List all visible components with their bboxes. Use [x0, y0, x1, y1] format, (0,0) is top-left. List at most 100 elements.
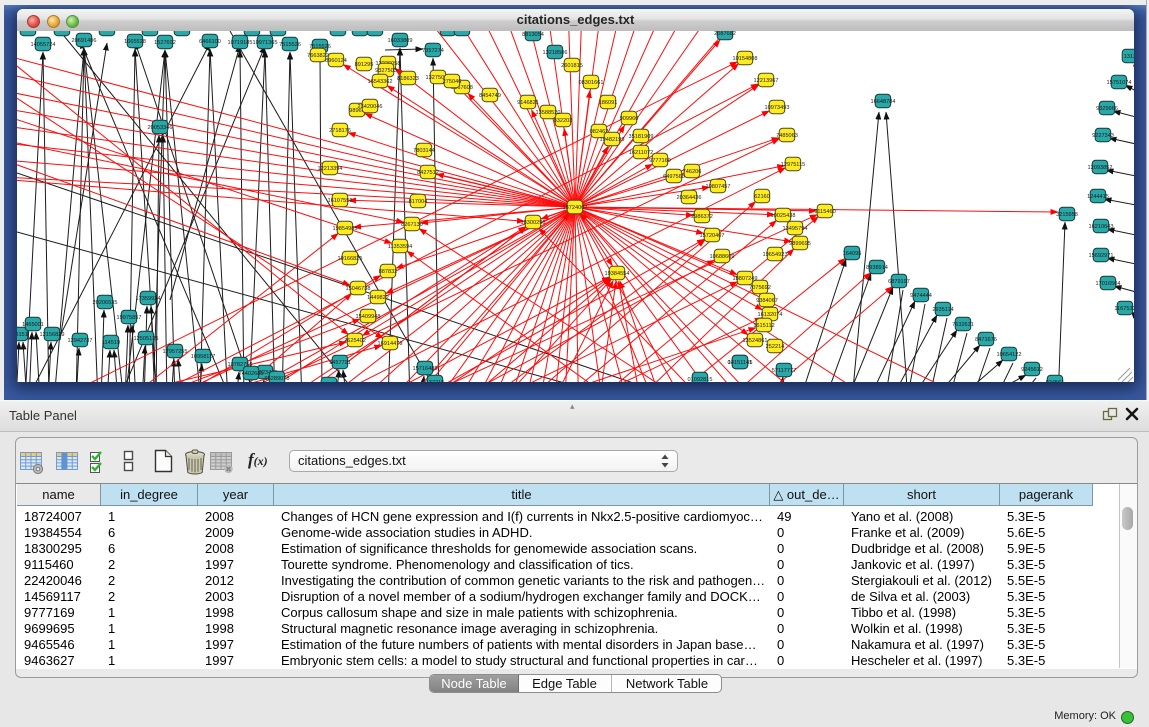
svg-text:10971365: 10971365: [253, 40, 278, 46]
svg-text:252214: 252214: [766, 344, 785, 350]
svg-text:01092815: 01092815: [688, 377, 713, 382]
svg-text:20364436: 20364436: [677, 195, 702, 201]
svg-text:7075692: 7075692: [749, 285, 771, 291]
svg-text:15692971: 15692971: [1089, 253, 1114, 259]
svg-text:95289078: 95289078: [265, 376, 290, 382]
svg-text:35181909: 35181909: [629, 134, 654, 140]
svg-text:10654122: 10654122: [997, 352, 1022, 358]
svg-text:891295: 891295: [355, 62, 374, 68]
svg-text:16543362: 16543362: [368, 79, 393, 85]
svg-text:7625402: 7625402: [344, 338, 366, 344]
svg-text:3215958: 3215958: [1056, 212, 1078, 218]
svg-text:9457791: 9457791: [329, 360, 351, 366]
svg-text:9899695: 9899695: [789, 241, 811, 247]
svg-text:9777169: 9777169: [649, 158, 671, 164]
svg-text:9327503: 9327503: [375, 68, 397, 74]
svg-text:7357274: 7357274: [422, 48, 444, 54]
svg-text:19975857: 19975857: [117, 315, 142, 321]
svg-text:15046738: 15046738: [346, 286, 371, 292]
svg-text:16648784: 16648784: [871, 99, 896, 105]
svg-text:20691406: 20691406: [72, 38, 97, 44]
svg-text:19166825: 19166825: [338, 256, 363, 262]
svg-text:19854985: 19854985: [333, 226, 358, 232]
svg-text:7632621: 7632621: [952, 322, 974, 328]
svg-text:0189555: 0189555: [171, 31, 193, 33]
svg-text:13524861: 13524861: [743, 338, 768, 344]
svg-text:6879197: 6879197: [888, 279, 910, 285]
svg-text:16107552: 16107552: [328, 198, 353, 204]
svg-text:9384067: 9384067: [756, 298, 778, 304]
svg-text:817004: 817004: [409, 199, 428, 205]
svg-text:9146821: 9146821: [517, 100, 539, 106]
svg-text:18300295: 18300295: [521, 220, 546, 226]
svg-text:16914479: 16914479: [378, 341, 403, 347]
svg-text:862527: 862527: [141, 31, 160, 33]
svg-text:1244415: 1244415: [1087, 194, 1109, 200]
svg-text:7803144: 7803144: [413, 148, 435, 154]
svg-text:8938914: 8938914: [866, 265, 888, 271]
svg-text:12213967: 12213967: [754, 78, 779, 84]
svg-text:16033809: 16033809: [388, 38, 413, 44]
svg-text:16210643: 16210643: [1089, 224, 1114, 230]
svg-text:786579: 786579: [19, 31, 38, 33]
svg-text:186091: 186091: [599, 100, 618, 106]
svg-text:1527602: 1527602: [154, 40, 176, 46]
svg-text:8757491: 8757491: [96, 31, 118, 33]
svg-text:1276842: 1276842: [364, 31, 386, 33]
svg-text:10973493: 10973493: [765, 105, 790, 111]
svg-text:8471676: 8471676: [975, 337, 997, 343]
svg-text:746206: 746206: [683, 169, 702, 175]
svg-text:1167533: 1167533: [1114, 306, 1134, 312]
svg-text:24402685: 24402685: [239, 371, 264, 377]
svg-text:9474444: 9474444: [910, 293, 932, 299]
svg-text:223307: 223307: [453, 31, 472, 33]
svg-text:19482199: 19482199: [600, 137, 625, 143]
svg-text:14055724: 14055724: [31, 42, 56, 48]
svg-text:13218506: 13218506: [543, 50, 568, 56]
svg-text:16211072: 16211072: [629, 150, 653, 156]
svg-text:12213394: 12213394: [318, 166, 343, 172]
svg-text:5432319: 5432319: [51, 31, 73, 33]
svg-text:8427512: 8427512: [417, 170, 439, 176]
svg-text:17016504: 17016504: [1096, 281, 1121, 287]
svg-text:17957255: 17957255: [163, 349, 188, 355]
svg-text:15716485: 15716485: [413, 366, 438, 372]
svg-text:9227343: 9227343: [1092, 133, 1114, 139]
svg-text:10719185: 10719185: [228, 40, 253, 46]
svg-text:2935114: 2935114: [932, 307, 953, 313]
svg-text:1615112: 1615112: [753, 323, 774, 329]
svg-text:909960: 909960: [620, 116, 639, 122]
svg-text:1312: 1312: [1124, 54, 1134, 60]
svg-text:10958117: 10958117: [191, 354, 215, 360]
svg-text:13495794: 13495794: [783, 226, 808, 232]
svg-text:9115460: 9115460: [814, 209, 835, 215]
svg-text:12975115: 12975115: [781, 162, 805, 168]
svg-text:13588520: 13588520: [536, 110, 561, 116]
svg-text:9245612: 9245612: [1021, 367, 1043, 373]
svg-text:12093852: 12093852: [1088, 165, 1113, 171]
svg-text:752917: 752917: [329, 31, 348, 33]
svg-text:16132074: 16132074: [758, 312, 783, 318]
svg-text:20206535: 20206535: [93, 300, 118, 306]
svg-text:79711471: 79711471: [240, 31, 264, 33]
svg-text:1465001: 1465001: [22, 322, 44, 328]
svg-text:10688609: 10688609: [710, 254, 735, 260]
svg-text:2718176: 2718176: [329, 128, 351, 134]
svg-text:275046: 275046: [443, 79, 462, 85]
svg-text:9329966: 9329966: [1096, 106, 1118, 112]
svg-text:887832: 887832: [379, 269, 398, 275]
svg-text:114519: 114519: [102, 340, 120, 346]
svg-text:8267130: 8267130: [401, 222, 423, 228]
svg-text:10025438: 10025438: [771, 213, 796, 219]
svg-text:1449822: 1449822: [367, 295, 389, 301]
svg-text:39151: 39151: [17, 332, 28, 338]
svg-text:8454749: 8454749: [479, 93, 501, 99]
svg-text:7515526: 7515526: [279, 42, 301, 48]
svg-text:497465: 497465: [269, 31, 288, 33]
svg-text:6466100: 6466100: [199, 39, 221, 45]
svg-text:57117777: 57117777: [772, 368, 796, 374]
svg-text:7663822: 7663822: [307, 53, 329, 59]
svg-text:137215: 137215: [426, 380, 445, 382]
svg-text:62160: 62160: [754, 194, 770, 200]
svg-text:10807457: 10807457: [706, 184, 731, 190]
